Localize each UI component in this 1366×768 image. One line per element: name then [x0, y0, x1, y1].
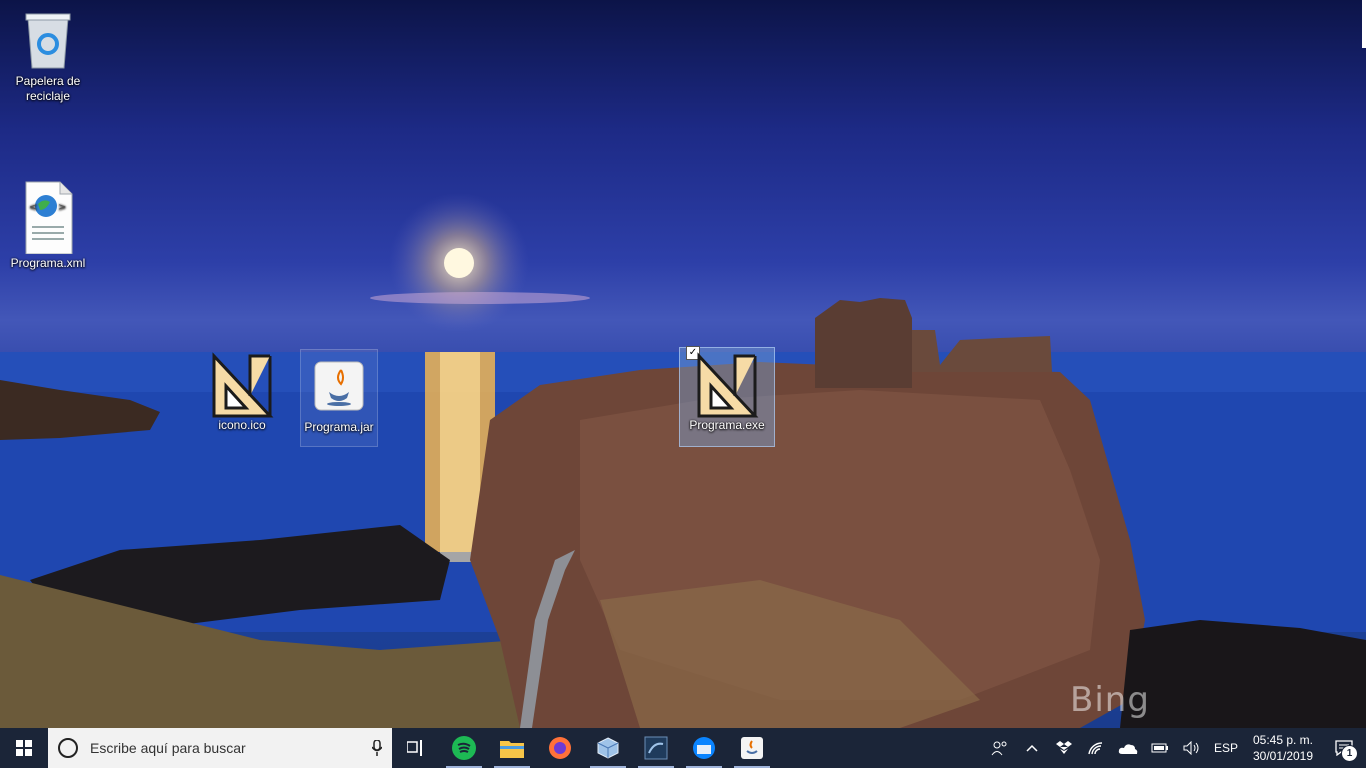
- java-icon: [741, 737, 763, 759]
- desktop-icon-recycle-bin[interactable]: Papelera de reciclaje: [10, 4, 86, 104]
- set-square-icon: [210, 352, 274, 418]
- action-center-button[interactable]: 1: [1322, 728, 1366, 768]
- taskbar-app-java[interactable]: [728, 728, 776, 768]
- taskbar-app-virtualbox[interactable]: [584, 728, 632, 768]
- taskbar-app-mysql-workbench[interactable]: [632, 728, 680, 768]
- microphone-icon[interactable]: [362, 740, 392, 756]
- taskbar-app-file-explorer[interactable]: [488, 728, 536, 768]
- desktop-icon-programa-xml[interactable]: < > Programa.xml: [10, 176, 86, 271]
- desktop-icon-label: Programa.jar: [304, 420, 374, 434]
- cortana-icon[interactable]: [58, 738, 78, 758]
- wifi-icon[interactable]: [1080, 728, 1112, 768]
- start-button[interactable]: [0, 728, 48, 768]
- windows-logo-icon: [16, 740, 32, 756]
- taskbar-app-firefox[interactable]: [536, 728, 584, 768]
- set-square-icon: [695, 352, 759, 418]
- task-view-icon: [407, 740, 422, 756]
- dropbox-icon[interactable]: [1048, 728, 1080, 768]
- svg-text:<: <: [29, 202, 37, 213]
- notification-count-badge: 1: [1341, 745, 1358, 762]
- system-tray: ESP 05:45 p. m. 30/01/2019 1: [984, 728, 1366, 768]
- xml-file-icon: < >: [16, 180, 80, 255]
- clock[interactable]: 05:45 p. m. 30/01/2019: [1244, 732, 1322, 764]
- bing-watermark: Bing: [1070, 680, 1150, 720]
- desktop-icon-programa-jar[interactable]: Programa.jar: [300, 349, 378, 447]
- virtualbox-icon: [597, 737, 619, 759]
- desktop-icon-label: icono.ico: [218, 418, 266, 432]
- clock-time: 05:45 p. m.: [1252, 733, 1314, 747]
- taskbar-app-thunderbird[interactable]: [680, 728, 728, 768]
- chevron-up-icon[interactable]: [1016, 728, 1048, 768]
- desktop-icon-label: Papelera de reciclaje: [15, 74, 81, 103]
- battery-icon[interactable]: [1144, 728, 1176, 768]
- desktop-icon-label: Programa.exe: [689, 418, 765, 432]
- search-box[interactable]: Escribe aquí para buscar: [48, 728, 392, 768]
- java-file-icon: [307, 354, 371, 418]
- firefox-icon: [549, 737, 571, 759]
- spotify-icon: [452, 736, 476, 760]
- recycle-bin-icon: [16, 8, 80, 72]
- folder-icon: [500, 741, 524, 758]
- desktop-icon-programa-exe[interactable]: ✓ Programa.exe: [679, 346, 775, 447]
- svg-text:>: >: [58, 202, 66, 213]
- task-view-button[interactable]: [392, 728, 440, 768]
- thunderbird-icon: [693, 737, 715, 759]
- taskbar: Escribe aquí para buscar ESP 05:45 p. m.…: [0, 728, 1366, 768]
- desktop-icon-label: Programa.xml: [10, 256, 86, 270]
- people-icon[interactable]: [984, 728, 1016, 768]
- volume-icon[interactable]: [1176, 728, 1208, 768]
- desktop-icon-icono-ico[interactable]: icono.ico: [204, 348, 280, 433]
- search-placeholder: Escribe aquí para buscar: [90, 740, 246, 756]
- mysql-workbench-icon: [644, 736, 668, 760]
- language-indicator[interactable]: ESP: [1208, 741, 1244, 755]
- taskbar-app-spotify[interactable]: [440, 728, 488, 768]
- window-edge: [1362, 0, 1366, 48]
- clock-date: 30/01/2019: [1252, 749, 1314, 763]
- onedrive-icon[interactable]: [1112, 728, 1144, 768]
